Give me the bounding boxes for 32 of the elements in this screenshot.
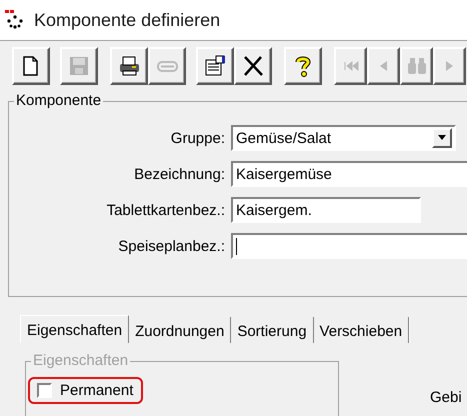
window-title: Komponente definieren — [34, 10, 220, 30]
dropdown-button[interactable] — [432, 128, 452, 148]
tab[interactable]: Zuordnungen — [129, 317, 232, 343]
text-field[interactable] — [231, 233, 467, 259]
triangle-left-icon — [380, 61, 387, 71]
delete-button[interactable] — [234, 47, 272, 85]
group-title: Komponente — [14, 92, 104, 109]
cross-icon — [241, 54, 265, 78]
caret-icon — [437, 135, 447, 141]
tab[interactable]: Eigenschaften — [20, 315, 130, 343]
dropdown-value: Gemüse/Salat — [236, 130, 332, 146]
properties-button[interactable] — [196, 47, 234, 85]
field-label: Speiseplanbez.: — [117, 238, 226, 254]
properties-sheet-icon — [203, 54, 227, 78]
tab[interactable]: Sortierung — [231, 317, 314, 343]
group-title: Eigenschaften — [31, 352, 130, 369]
help-button[interactable] — [284, 47, 322, 85]
triangle-right-icon — [446, 61, 453, 71]
text-cursor — [236, 238, 237, 254]
print-button[interactable] — [110, 47, 148, 85]
new-button[interactable] — [12, 47, 50, 85]
text-field[interactable]: Kaisergem. — [231, 197, 421, 223]
checkbox[interactable] — [37, 383, 52, 398]
field-label: Bezeichnung: — [133, 166, 226, 182]
checkbox-label: Permanent — [60, 382, 134, 399]
field-label: Tablettkartenbez.: — [106, 202, 226, 218]
dropdown-field[interactable]: Gemüse/Salat — [231, 125, 456, 151]
field-label: Gebi — [430, 389, 462, 406]
text-field[interactable]: Kaisergemüse — [231, 161, 467, 187]
tab[interactable]: Verschieben — [314, 317, 410, 343]
printer-icon — [117, 54, 141, 78]
field-label: Gruppe: — [170, 130, 226, 146]
